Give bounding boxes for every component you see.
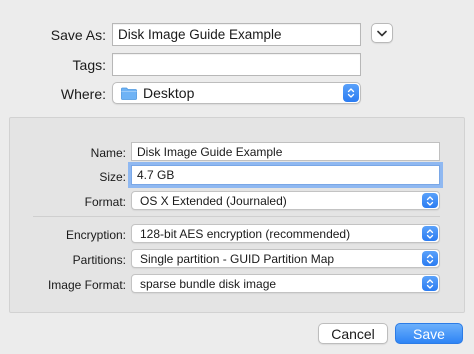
- encryption-popup[interactable]: 128-bit AES encryption (recommended): [131, 224, 440, 243]
- name-field[interactable]: Disk Image Guide Example: [131, 142, 440, 161]
- image-format-label: Image Format:: [47, 278, 126, 292]
- up-down-arrows-icon: [426, 253, 434, 264]
- encryption-label: Encryption:: [65, 228, 126, 242]
- partitions-value: Single partition - GUID Partition Map: [140, 251, 335, 266]
- partitions-popup[interactable]: Single partition - GUID Partition Map: [131, 249, 440, 268]
- format-stepper: [422, 193, 438, 208]
- encryption-stepper: [422, 226, 438, 241]
- size-value: 4.7 GB: [137, 168, 175, 182]
- format-popup[interactable]: OS X Extended (Journaled): [131, 191, 440, 210]
- name-value: Disk Image Guide Example: [137, 144, 283, 159]
- encryption-value: 128-bit AES encryption (recommended): [140, 226, 351, 241]
- chevron-down-icon: [377, 30, 387, 36]
- where-popup[interactable]: Desktop: [112, 82, 361, 104]
- up-down-arrows-icon: [347, 88, 355, 98]
- image-format-stepper: [422, 276, 438, 291]
- partitions-label: Partitions:: [72, 253, 126, 267]
- cancel-button[interactable]: Cancel: [318, 323, 388, 344]
- size-field[interactable]: 4.7 GB: [131, 165, 440, 185]
- save-as-value: Disk Image Guide Example: [118, 27, 282, 42]
- folder-icon: [121, 87, 137, 100]
- image-format-popup[interactable]: sparse bundle disk image: [131, 274, 440, 293]
- up-down-arrows-icon: [426, 278, 434, 289]
- partitions-stepper: [422, 251, 438, 266]
- name-label: Name:: [90, 146, 126, 160]
- up-down-arrows-icon: [426, 228, 434, 239]
- tags-field[interactable]: [112, 53, 361, 76]
- save-as-label: Save As:: [50, 27, 106, 43]
- expand-dialog-button[interactable]: [371, 23, 393, 43]
- save-as-field[interactable]: Disk Image Guide Example: [112, 23, 361, 46]
- format-value: OS X Extended (Journaled): [140, 193, 287, 208]
- size-label: Size:: [99, 170, 126, 184]
- where-value: Desktop: [143, 85, 195, 101]
- tags-label: Tags:: [72, 57, 106, 73]
- up-down-arrows-icon: [426, 195, 434, 206]
- format-label: Format:: [84, 195, 126, 209]
- save-button[interactable]: Save: [395, 323, 463, 344]
- where-label: Where:: [60, 86, 106, 102]
- image-format-value: sparse bundle disk image: [140, 276, 277, 291]
- section-divider: [33, 216, 440, 217]
- where-stepper: [343, 84, 359, 102]
